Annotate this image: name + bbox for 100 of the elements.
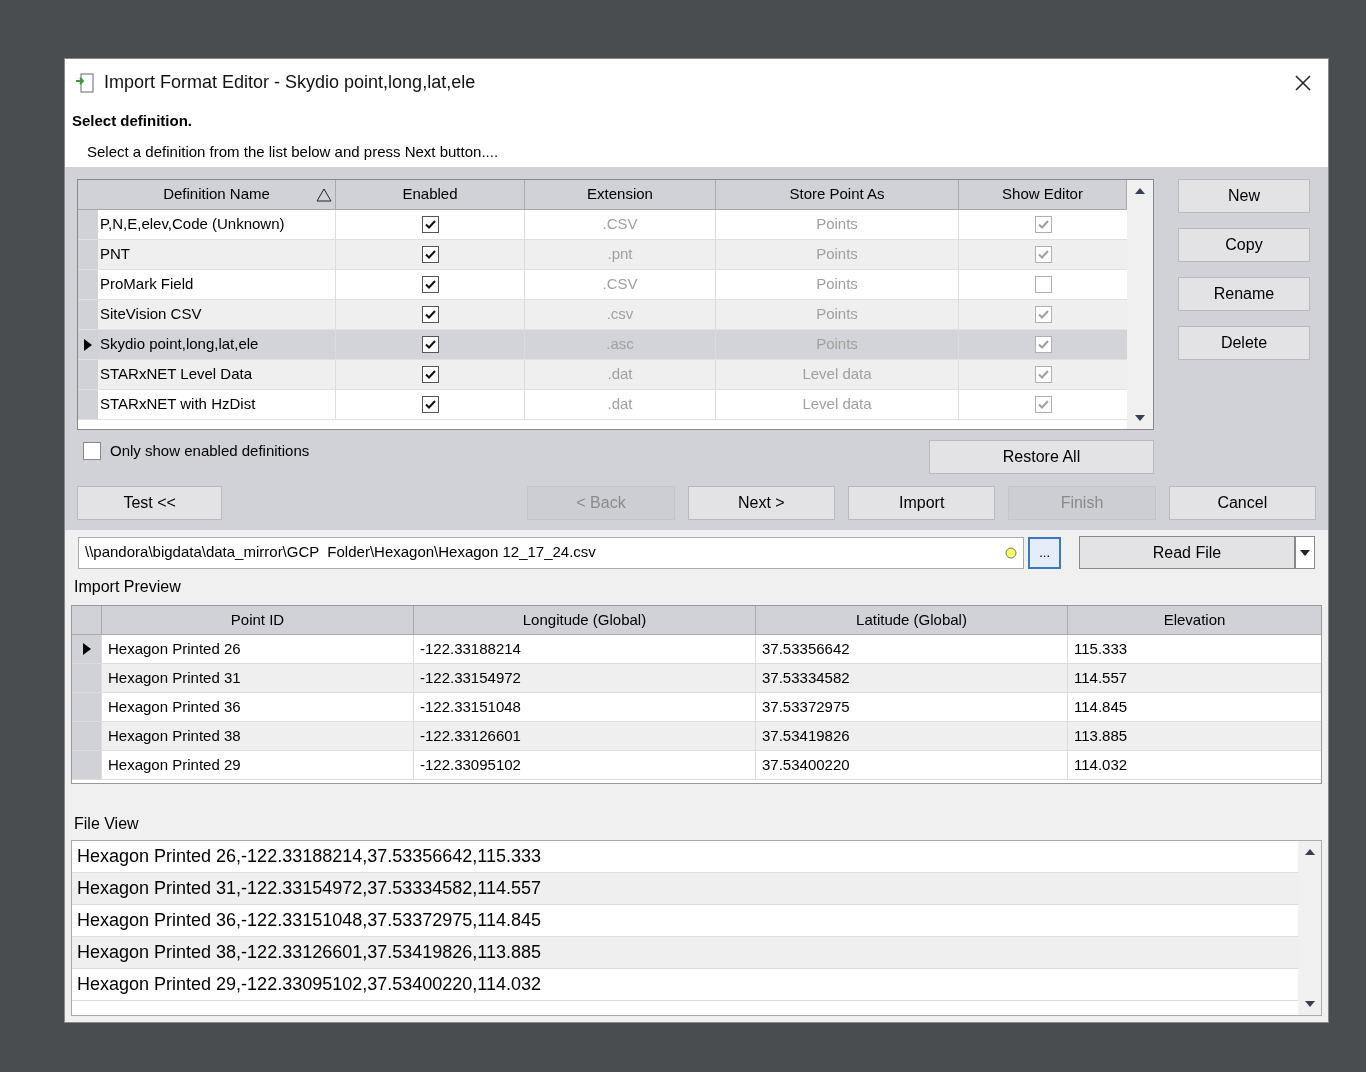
table-cell-text: -122.33154972 xyxy=(420,667,521,688)
checkbox[interactable] xyxy=(421,216,439,233)
table-cell-text: Hexagon Printed 31 xyxy=(108,667,241,688)
close-icon[interactable] xyxy=(1295,74,1311,91)
checkmark-icon xyxy=(1037,340,1049,349)
checkbox[interactable] xyxy=(1034,306,1052,323)
file-line: Hexagon Printed 31,-122.33154972,37.53334582,114.557 xyxy=(77,877,542,900)
checkmark-icon xyxy=(1037,370,1049,379)
checkmark-icon xyxy=(1037,400,1049,409)
table-row[interactable]: ProMark Field .CSV Points xyxy=(78,270,1127,300)
scrollbar[interactable] xyxy=(1127,180,1153,429)
table-cell-text: Points xyxy=(816,274,858,295)
checkbox[interactable] xyxy=(421,366,439,383)
window-title: Import Format Editor - Skydio point,long,lat,ele xyxy=(104,71,476,94)
column-header[interactable]: Elevation xyxy=(1067,606,1321,634)
checkbox[interactable] xyxy=(1034,396,1052,413)
file-line: Hexagon Printed 29,-122.33095102,37.53400220,114.032 xyxy=(77,973,542,996)
row-header xyxy=(78,390,98,419)
instruction-text: Select a definition from the list below and press Next button.... xyxy=(87,141,500,162)
column-header[interactable]: Definition Name xyxy=(98,180,336,209)
section-label: Import Preview xyxy=(74,577,182,597)
row-header xyxy=(72,751,101,779)
status-dot-icon xyxy=(1005,546,1018,559)
checkbox[interactable] xyxy=(1034,276,1052,293)
sort-icon xyxy=(316,187,332,202)
table-row[interactable]: Hexagon Printed 26 -122.33188214 37.53356642 115.333 xyxy=(72,635,1321,664)
file-line: Hexagon Printed 36,-122.33151048,37.53372975,114.845 xyxy=(77,909,542,932)
scroll-up-icon[interactable] xyxy=(1135,188,1145,194)
table-cell-text: .dat xyxy=(607,394,633,415)
row-header xyxy=(78,360,98,389)
dialog-button[interactable]: Import xyxy=(848,486,996,520)
checkbox[interactable] xyxy=(421,396,439,413)
checkmark-icon xyxy=(424,340,436,349)
column-header[interactable]: Enabled xyxy=(336,180,525,209)
table-row[interactable]: Skydio point,long,lat,ele .asc Points xyxy=(78,330,1127,360)
scroll-up-icon[interactable] xyxy=(1304,849,1315,855)
column-header[interactable]: Longitude (Global) xyxy=(413,606,755,634)
checkbox[interactable] xyxy=(1034,366,1052,383)
row-header xyxy=(72,722,101,750)
dialog-button[interactable]: Delete xyxy=(1178,326,1310,360)
column-header[interactable]: Point ID xyxy=(101,606,413,634)
table-cell-text: Skydio point,long,lat,ele xyxy=(100,334,259,355)
column-header[interactable]: Latitude (Global) xyxy=(755,606,1067,634)
table-cell-text: STARxNET Level Data xyxy=(100,364,252,385)
row-pointer-icon xyxy=(82,643,91,655)
dialog-button[interactable]: Rename xyxy=(1178,277,1310,311)
file-line: Hexagon Printed 26,-122.33188214,37.53356642,115.333 xyxy=(77,845,542,868)
section-label: File View xyxy=(74,814,140,834)
checkbox[interactable] xyxy=(421,276,439,293)
table-row[interactable]: P,N,E,elev,Code (Unknown) .CSV Points xyxy=(78,210,1127,240)
scroll-down-icon[interactable] xyxy=(1135,415,1145,421)
column-header[interactable]: Store Point As xyxy=(716,180,959,209)
checkbox[interactable] xyxy=(421,246,439,263)
table-cell-text: 115.333 xyxy=(1074,638,1128,659)
checkbox[interactable] xyxy=(83,442,101,461)
checkbox[interactable] xyxy=(421,336,439,353)
checkmark-icon xyxy=(424,310,436,319)
file-path-field[interactable]: \\pandora\bigdata\data_mirror\GCP Folder\Hexagon\Hexagon 12_17_24.csv xyxy=(78,536,1025,569)
table-cell-text: Points xyxy=(816,244,858,265)
row-pointer-icon xyxy=(84,338,92,351)
file-line: Hexagon Printed 38,-122.33126601,37.53419826,113.885 xyxy=(77,941,542,964)
table-row[interactable]: Hexagon Printed 29 -122.33095102 37.53400220 114.032 xyxy=(72,751,1321,780)
table-row[interactable]: Hexagon Printed 31 -122.33154972 37.53334582 114.557 xyxy=(72,664,1321,693)
table-row[interactable]: PNT .pnt Points xyxy=(78,240,1127,270)
table-cell-text: -122.33126601 xyxy=(420,725,521,746)
dialog-button[interactable]: Next > xyxy=(687,486,835,520)
dialog-button[interactable]: Copy xyxy=(1178,228,1310,262)
scroll-down-icon[interactable] xyxy=(1304,1001,1315,1007)
dropdown-button[interactable] xyxy=(1295,536,1315,569)
read-file-button[interactable]: Read File xyxy=(1079,536,1295,569)
table-cell-text: Hexagon Printed 29 xyxy=(108,754,241,775)
table-cell-text: 37.53419826 xyxy=(762,725,850,746)
table-row[interactable]: STARxNET with HzDist .dat Level data xyxy=(78,390,1127,420)
table-cell-text: Hexagon Printed 36 xyxy=(108,696,241,717)
scrollbar[interactable] xyxy=(1298,841,1321,1015)
column-header[interactable]: Extension xyxy=(525,180,716,209)
checkbox[interactable] xyxy=(421,306,439,323)
checkbox[interactable] xyxy=(1034,246,1052,263)
table-cell-text: Points xyxy=(816,334,858,355)
table-row[interactable]: STARxNET Level Data .dat Level data xyxy=(78,360,1127,390)
dialog-button[interactable]: Cancel xyxy=(1168,486,1316,520)
table-cell-text: .pnt xyxy=(607,244,633,265)
checkbox[interactable] xyxy=(1034,336,1052,353)
table-cell-text: .CSV xyxy=(602,274,638,295)
table-row[interactable]: Hexagon Printed 38 -122.33126601 37.53419826 113.885 xyxy=(72,722,1321,751)
checkmark-icon xyxy=(1037,310,1049,319)
table-cell-text: STARxNET with HzDist xyxy=(100,394,256,415)
table-cell-text: .asc xyxy=(606,334,634,355)
dialog-button[interactable]: Restore All xyxy=(929,440,1154,474)
dialog-button[interactable]: Test << xyxy=(77,486,223,520)
browse-button[interactable]: ... xyxy=(1028,536,1061,569)
dialog-button[interactable]: New xyxy=(1178,179,1310,213)
checkbox[interactable] xyxy=(1034,216,1052,233)
row-header xyxy=(72,664,101,692)
table-cell-text: Level data xyxy=(802,394,872,415)
table-cell-text: P,N,E,elev,Code (Unknown) xyxy=(100,214,285,235)
checkmark-icon xyxy=(424,370,436,379)
table-row[interactable]: Hexagon Printed 36 -122.33151048 37.53372975 114.845 xyxy=(72,693,1321,722)
table-cell-text: Hexagon Printed 26 xyxy=(108,638,241,659)
table-row[interactable]: SiteVision CSV .csv Points xyxy=(78,300,1127,330)
